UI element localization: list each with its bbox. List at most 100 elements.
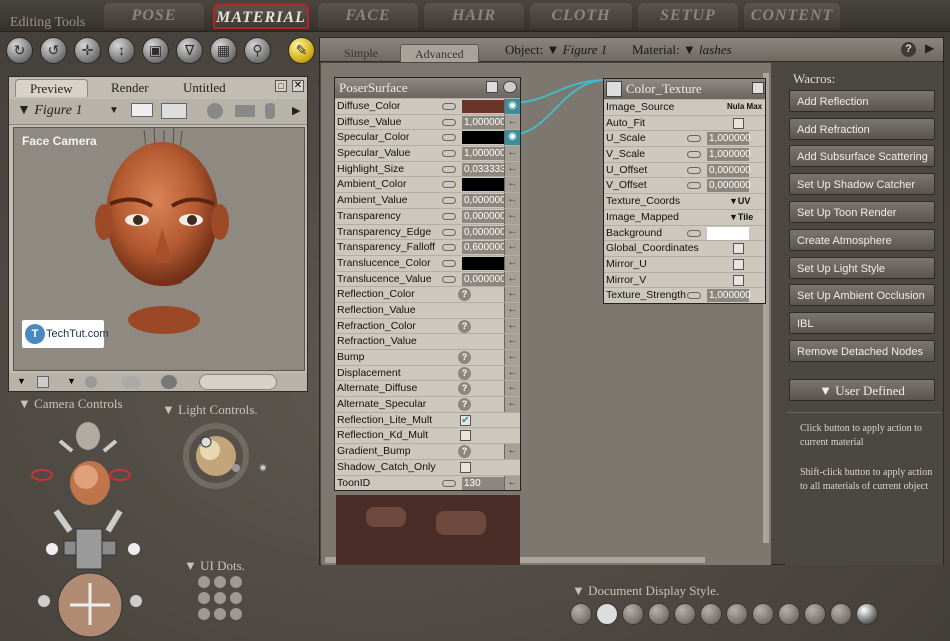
checkbox-unchecked[interactable] <box>460 461 471 473</box>
color-swatch[interactable] <box>707 226 749 240</box>
node-preview-toggle-icon[interactable] <box>503 81 517 93</box>
node-row-image-source[interactable]: Image_Source Nula Max <box>604 99 765 115</box>
display-wireframe-icon[interactable] <box>622 603 644 625</box>
input-plug-icon[interactable]: ← <box>504 146 520 161</box>
camera-move-icon[interactable] <box>235 105 255 117</box>
node-row-alternate-diffuse[interactable]: Alternate_Diffuse? ← <box>335 380 520 397</box>
input-plug-icon[interactable]: ← <box>504 240 520 255</box>
ground-shadow-icon[interactable] <box>85 376 97 388</box>
image-source-value[interactable]: Nula Max <box>727 100 762 115</box>
tab-advanced[interactable]: Advanced <box>400 44 479 62</box>
value-field[interactable]: 1,000000 <box>707 289 751 303</box>
tab-hair[interactable]: HAIR <box>424 3 524 29</box>
tab-material[interactable]: MATERIAL <box>213 3 309 29</box>
value-field[interactable]: 0,000000 <box>462 272 506 286</box>
collision-icon[interactable] <box>161 375 177 389</box>
taper-tool-icon[interactable]: ∇ <box>176 37 203 64</box>
node-row-reflection-kd-mult[interactable]: Reflection_Kd_Mult <box>335 427 520 443</box>
input-plug-icon[interactable]: ← <box>504 381 520 397</box>
poser-surface-title[interactable]: PoserSurface <box>335 78 520 98</box>
node-row-image-mapped[interactable]: Image_Mapped ▼Tile <box>604 208 765 225</box>
display-cartoon-icon[interactable] <box>752 603 774 625</box>
camera-scale-icon[interactable] <box>265 103 275 119</box>
display-style-dropdown-icon[interactable]: ▼ <box>17 376 26 386</box>
display-flat-shaded-icon[interactable] <box>700 603 722 625</box>
add-refraction-button[interactable]: Add Refraction <box>789 118 935 140</box>
ground-dropdown-icon[interactable]: ▼ <box>67 376 76 386</box>
unconnected-input-icon[interactable]: ? <box>458 288 471 302</box>
twist-tool-icon[interactable]: ↺ <box>40 37 67 64</box>
value-field[interactable]: 0,000000 <box>462 194 506 208</box>
node-row-translucence-value[interactable]: Translucence_Value 0,000000 ← <box>335 270 520 287</box>
node-row-diffuse-color[interactable]: Diffuse_Color ◉ <box>335 98 520 114</box>
input-plug-icon[interactable]: ← <box>504 114 520 130</box>
node-options-icon[interactable] <box>486 81 498 93</box>
node-row-displacement[interactable]: Displacement? ← <box>335 364 520 381</box>
node-row-mirror-u[interactable]: Mirror_U <box>604 255 765 272</box>
node-row-v-offset[interactable]: V_Offset 0,000000 <box>604 177 765 193</box>
tab-pose[interactable]: POSE <box>104 3 204 29</box>
display-smooth-shaded-icon[interactable] <box>804 603 826 625</box>
display-flat-lined-icon[interactable] <box>726 603 748 625</box>
input-plug-icon[interactable]: ← <box>504 193 520 208</box>
connected-input-plug-icon[interactable]: ◉ <box>504 99 520 114</box>
display-smooth-lined-icon[interactable] <box>830 603 852 625</box>
checkbox-unchecked[interactable] <box>733 258 744 270</box>
input-plug-icon[interactable]: ← <box>504 208 520 224</box>
display-lit-wireframe-icon[interactable] <box>674 603 696 625</box>
rotate-tool-icon[interactable]: ↻ <box>6 37 33 64</box>
help-icon[interactable]: ? <box>901 42 916 57</box>
node-row-v-scale[interactable]: V_Scale 1,000000 <box>604 146 765 162</box>
node-row-highlight-size[interactable]: Highlight_Size 0,033333 ← <box>335 160 520 177</box>
unconnected-input-icon[interactable]: ? <box>458 366 471 380</box>
value-field[interactable]: 130 <box>462 476 505 490</box>
tab-cloth[interactable]: CLOTH <box>530 3 632 29</box>
input-plug-icon[interactable]: ← <box>504 397 520 412</box>
input-plug-icon[interactable]: ← <box>504 287 520 302</box>
ambient-occlusion-button[interactable]: Set Up Ambient Occlusion <box>789 284 935 306</box>
node-row-ambient-value[interactable]: Ambient_Value 0,000000 ← <box>335 192 520 208</box>
light-controls[interactable]: ✷ <box>178 420 268 500</box>
translate-tool-icon[interactable]: ✛ <box>74 37 101 64</box>
remove-detached-nodes-button[interactable]: Remove Detached Nodes <box>789 340 935 362</box>
value-field[interactable]: 1,000000 <box>462 147 506 161</box>
node-row-specular-color[interactable]: Specular_Color ◉ <box>335 129 520 146</box>
unconnected-input-icon[interactable]: ? <box>458 445 471 459</box>
value-field[interactable]: 0,033333 <box>462 162 506 176</box>
node-row-reflection-color[interactable]: Reflection_Color? ← <box>335 286 520 302</box>
maximize-icon[interactable]: □ <box>275 80 287 92</box>
light-style-button[interactable]: Set Up Light Style <box>789 257 935 279</box>
tab-content[interactable]: CONTENT <box>744 3 840 29</box>
chain-break-icon[interactable]: ▦ <box>210 37 237 64</box>
checkbox-unchecked[interactable] <box>733 117 744 129</box>
node-row-global-coordinates[interactable]: Global_Coordinates <box>604 240 765 256</box>
object-selector[interactable]: Object: ▼ Figure 1 <box>505 42 607 58</box>
node-row-transparency-falloff[interactable]: Transparency_Falloff 0,600000 ← <box>335 239 520 255</box>
value-field[interactable]: 0,000000 <box>707 179 751 193</box>
node-row-toonid[interactable]: ToonID 130 ← <box>335 474 520 491</box>
input-plug-icon[interactable]: ← <box>504 177 520 193</box>
input-plug-icon[interactable]: ← <box>504 444 520 459</box>
tab-preview[interactable]: Preview <box>15 79 88 97</box>
tab-render[interactable]: Render <box>97 79 163 97</box>
shadow-catcher-button[interactable]: Set Up Shadow Catcher <box>789 173 935 195</box>
color-swatch[interactable] <box>462 178 505 192</box>
input-plug-icon[interactable]: ← <box>504 302 520 318</box>
node-row-background[interactable]: Background <box>604 224 765 241</box>
texture-plug-icon[interactable] <box>606 81 622 97</box>
unconnected-input-icon[interactable]: ? <box>458 382 471 396</box>
input-plug-icon[interactable]: ← <box>504 350 520 365</box>
poser-surface-node[interactable]: PoserSurface Diffuse_Color ◉ Diffuse_Value… <box>334 77 521 565</box>
camera-controls[interactable] <box>20 411 180 641</box>
node-row-specular-value[interactable]: Specular_Value 1,000000 ← <box>335 145 520 161</box>
node-row-transparency-edge[interactable]: Transparency_Edge 0,000000 ← <box>335 223 520 240</box>
input-plug-icon[interactable]: ← <box>504 318 520 334</box>
node-row-transparency[interactable]: Transparency 0,000000 ← <box>335 207 520 224</box>
material-selector[interactable]: Material: ▼ lashes <box>632 42 732 58</box>
input-plug-icon[interactable]: ← <box>504 224 520 240</box>
node-row-shadow-catch-only[interactable]: Shadow_Catch_Only <box>335 458 520 475</box>
unconnected-input-icon[interactable]: ? <box>458 398 471 412</box>
camera-view-icon[interactable] <box>161 103 187 119</box>
add-subsurface-scattering-button[interactable]: Add Subsurface Scattering <box>789 145 935 167</box>
tracking-icon[interactable] <box>121 376 141 388</box>
